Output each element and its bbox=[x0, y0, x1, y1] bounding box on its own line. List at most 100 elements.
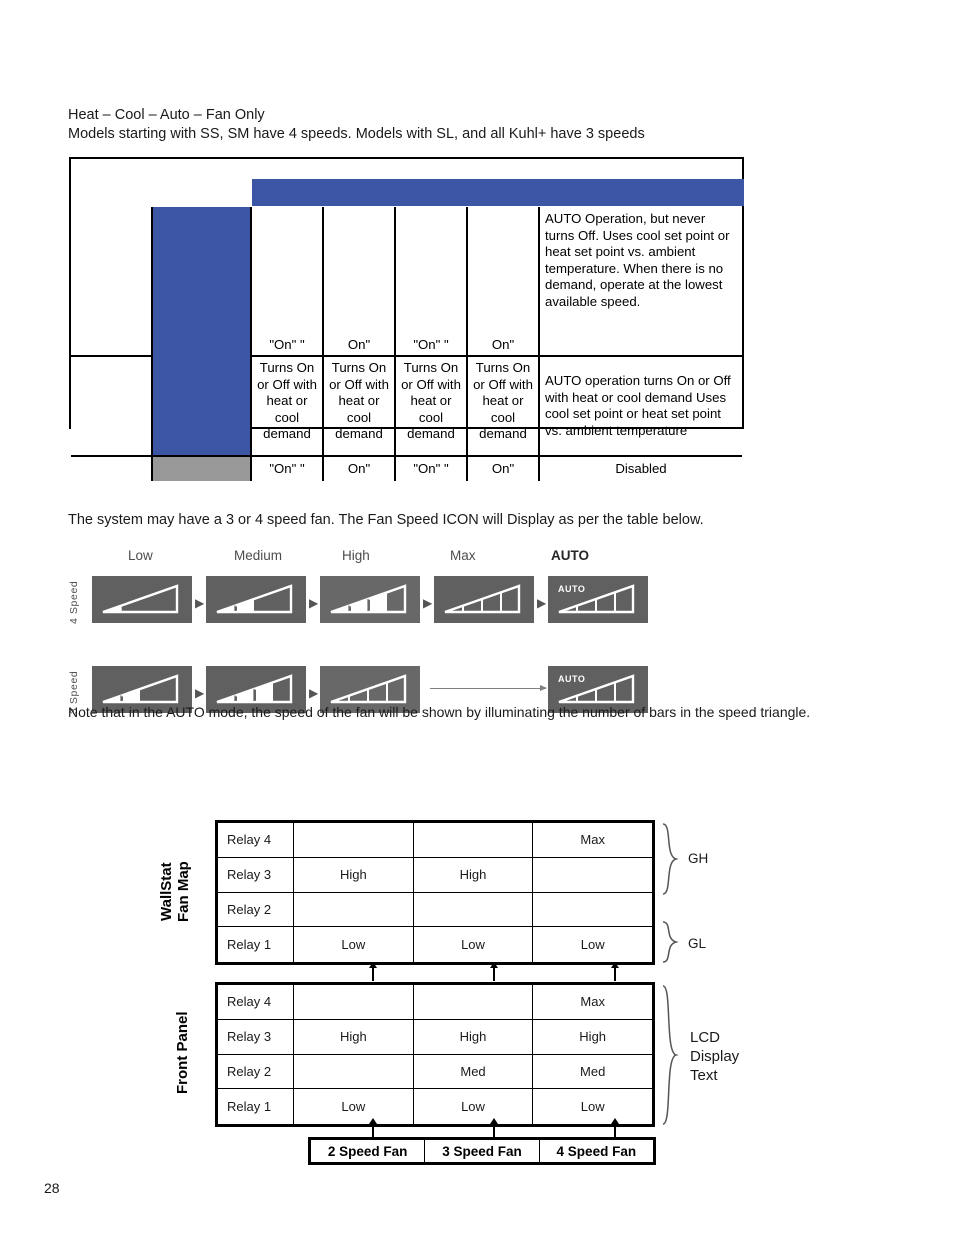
relay-name: Relay 4 bbox=[218, 823, 294, 857]
relay-value-4speed bbox=[533, 858, 652, 892]
chevron-right-icon: ▶ bbox=[537, 596, 547, 610]
mode-cell-speed-2: On" bbox=[324, 457, 396, 481]
lcd-label-line-1: LCD bbox=[690, 1029, 721, 1046]
brace-lcd-display-text bbox=[660, 984, 682, 1126]
table-row: Relay 2 bbox=[218, 892, 652, 928]
relay-value-2speed: High bbox=[294, 1019, 414, 1054]
table-row: Relay 1 Low Low Low bbox=[218, 1089, 652, 1124]
intro-paragraph: Heat – Cool – Auto – Fan Only Models sta… bbox=[68, 106, 645, 144]
wallstat-fan-map-label: WallStat Fan Map bbox=[158, 832, 192, 952]
mode-cell-speed-4: On" bbox=[468, 207, 540, 357]
auto-badge-label: AUTO bbox=[558, 584, 585, 594]
mode-cell-speed-2: On" bbox=[324, 207, 396, 357]
relay-value-2speed bbox=[294, 892, 414, 927]
mode-table-blue-band bbox=[252, 179, 744, 206]
relay-name: Relay 1 bbox=[218, 1089, 294, 1124]
wallstat-relay-table: Relay 4 Max Relay 3 High High Relay 2 Re… bbox=[215, 820, 655, 965]
flow-arrow-long bbox=[430, 685, 547, 691]
relay-value-2speed: Low bbox=[294, 927, 414, 962]
chevron-right-icon: ▶ bbox=[195, 686, 205, 700]
mode-operation-table: "On" " On" "On" " On" AUTO Operation, bu… bbox=[69, 157, 744, 481]
table-row: Relay 3 High High High bbox=[218, 1019, 652, 1055]
auto-mode-note: Note that in the AUTO mode, the speed of… bbox=[68, 704, 811, 720]
chevron-right-icon: ▶ bbox=[423, 596, 433, 610]
mode-cell-speed-4: Turns On or Off with heat or cool demand bbox=[468, 357, 540, 457]
fan-header-medium: Medium bbox=[234, 548, 283, 563]
brace-gh-label: GH bbox=[688, 851, 709, 866]
relay-value-4speed: Max bbox=[580, 994, 605, 1010]
relay-value-4speed: Med bbox=[580, 1063, 606, 1079]
mode-table-grid: "On" " On" "On" " On" AUTO Operation, bu… bbox=[71, 207, 742, 481]
mode-cell-speed-1: "On" " bbox=[252, 457, 324, 481]
relay-value-4speed bbox=[533, 893, 652, 927]
relay-value-3speed bbox=[414, 892, 534, 927]
mode-cell-description: AUTO operation turns On or Off with heat… bbox=[540, 357, 742, 457]
relay-value-3speed: Med bbox=[414, 1054, 534, 1089]
table-row: Turns On or Off with heat or cool demand… bbox=[71, 357, 742, 457]
wallstat-label-line-2: Fan Map bbox=[175, 861, 192, 923]
mode-cell-speed-3: Turns On or Off with heat or cool demand bbox=[396, 357, 468, 457]
table-row: "On" " On" "On" " On" AUTO Operation, bu… bbox=[71, 207, 742, 357]
mode-cell-description: AUTO Operation, but never turns Off. Use… bbox=[540, 207, 742, 357]
fan-speed-footer-table: 2 Speed Fan 3 Speed Fan 4 Speed Fan bbox=[308, 1137, 656, 1165]
relay-value-2speed: Low bbox=[294, 1089, 414, 1124]
flow-arrow-up bbox=[490, 962, 497, 981]
fan-speed-max-icon bbox=[434, 576, 534, 623]
brace-lcd-label: LCD Display Text bbox=[690, 1028, 739, 1085]
wallstat-label-line-1: WallStat bbox=[158, 862, 175, 922]
relay-name: Relay 2 bbox=[218, 1054, 294, 1089]
mode-row-label bbox=[71, 457, 151, 481]
flow-arrow-up bbox=[611, 962, 618, 981]
fan-header-high: High bbox=[342, 548, 370, 563]
relay-name: Relay 4 bbox=[218, 985, 294, 1019]
mode-cell-speed-4: On" bbox=[468, 457, 540, 481]
fan-speed-high-icon bbox=[320, 576, 420, 623]
fan-icon-intro-text: The system may have a 3 or 4 speed fan. … bbox=[68, 512, 704, 528]
fan-speed-medium-icon bbox=[206, 576, 306, 623]
fan-header-max: Max bbox=[450, 548, 476, 563]
mode-cell-description: Disabled bbox=[615, 460, 667, 476]
fan-speed-auto-icon: AUTO bbox=[548, 576, 648, 623]
fan-row-4-speed: 4 Speed ▶ ▶ ▶ ▶ AUTO bbox=[68, 572, 688, 632]
flow-arrow-up bbox=[490, 1118, 497, 1137]
brace-gh bbox=[660, 822, 682, 896]
mode-cell-speed-2: Turns On or Off with heat or cool demand bbox=[324, 357, 396, 457]
relay-value-3speed: Low bbox=[414, 927, 534, 962]
flow-arrow-up bbox=[611, 1118, 618, 1137]
table-row: Relay 1 Low Low Low bbox=[218, 927, 652, 962]
fan-icon-column-headers: Low Medium High Max AUTO bbox=[68, 548, 688, 570]
mode-row-disabled-cell bbox=[151, 457, 252, 481]
auto-badge-label: AUTO bbox=[558, 674, 585, 684]
front-panel-label: Front Panel bbox=[174, 1011, 191, 1094]
relay-value-2speed bbox=[294, 985, 414, 1019]
relay-value-2speed: High bbox=[294, 857, 414, 892]
relay-fan-map-diagram: WallStat Fan Map Front Panel Relay 4 Max… bbox=[150, 810, 850, 1180]
mode-row-accent-cell bbox=[151, 357, 252, 457]
page-number: 28 bbox=[44, 1180, 60, 1196]
table-row: Relay 2 Med Med bbox=[218, 1054, 652, 1090]
mode-cell-speed-3: "On" " bbox=[396, 207, 468, 357]
fan-icon-section: Low Medium High Max AUTO 4 Speed ▶ ▶ ▶ ▶… bbox=[68, 548, 688, 722]
mode-cell-speed-1: Turns On or Off with heat or cool demand bbox=[252, 357, 324, 457]
intro-line-1: Heat – Cool – Auto – Fan Only bbox=[68, 107, 265, 123]
relay-value-3speed: Low bbox=[414, 1089, 534, 1124]
mode-row-label bbox=[71, 207, 151, 357]
mode-table-header-band bbox=[71, 159, 744, 207]
footer-3-speed-fan: 3 Speed Fan bbox=[425, 1140, 540, 1162]
chevron-right-icon: ▶ bbox=[309, 596, 319, 610]
chevron-right-icon: ▶ bbox=[309, 686, 319, 700]
flow-arrow-up bbox=[369, 1118, 376, 1137]
relay-value-3speed: High bbox=[414, 1019, 534, 1054]
relay-value-4speed: Low bbox=[580, 1099, 605, 1115]
fan-header-low: Low bbox=[128, 548, 153, 563]
brace-gl bbox=[660, 920, 682, 964]
lcd-label-line-2: Display bbox=[690, 1048, 740, 1065]
lcd-label-line-3: Text bbox=[690, 1067, 718, 1084]
footer-4-speed-fan: 4 Speed Fan bbox=[556, 1143, 637, 1159]
intro-line-2: Models starting with SS, SM have 4 speed… bbox=[68, 126, 645, 142]
relay-name: Relay 1 bbox=[218, 927, 294, 962]
relay-name: Relay 2 bbox=[218, 892, 294, 927]
table-row: Relay 3 High High bbox=[218, 857, 652, 893]
relay-value-4speed: Max bbox=[580, 832, 605, 848]
relay-value-3speed: High bbox=[414, 857, 534, 892]
